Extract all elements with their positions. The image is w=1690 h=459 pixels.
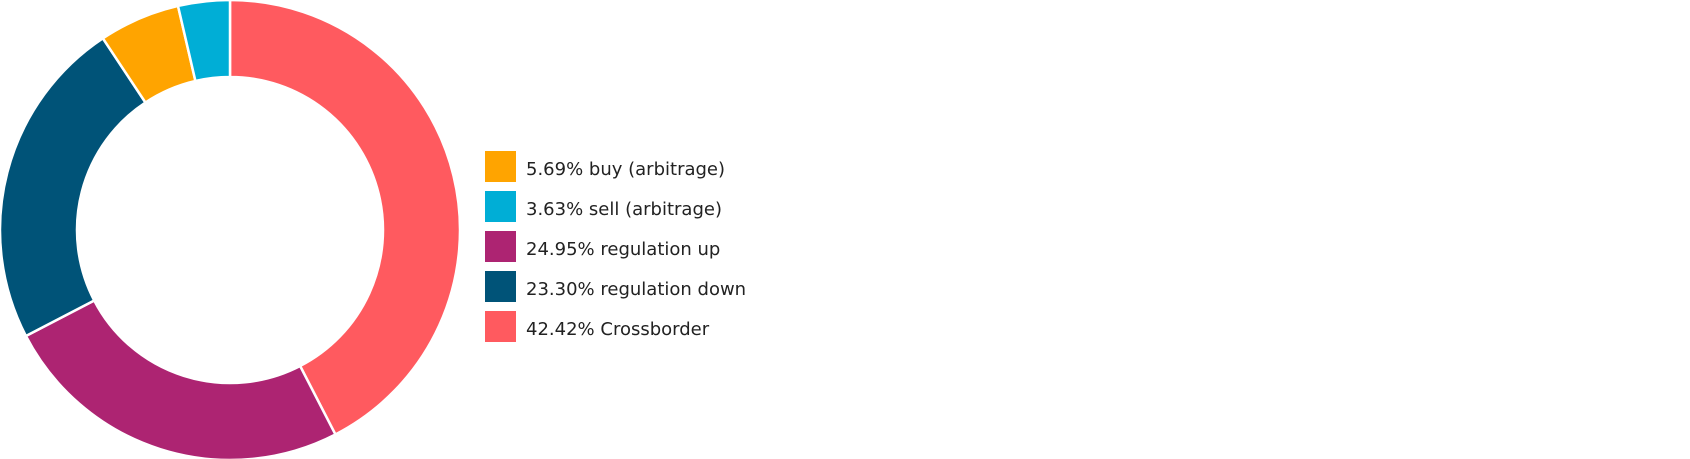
legend-percent: 24.95% xyxy=(526,239,595,260)
legend-swatch xyxy=(485,311,516,342)
legend-percent: 23.30% xyxy=(526,279,595,300)
legend-series-name: sell (arbitrage) xyxy=(588,199,722,220)
legend-label: 42.42% Crossborder xyxy=(526,319,709,340)
legend-series-name: buy (arbitrage) xyxy=(588,159,726,180)
legend-item-sell-arbitrage: 3.63% sell (arbitrage) xyxy=(485,191,746,222)
legend-label: 23.30% regulation down xyxy=(526,279,746,300)
legend-item-regulation-down: 23.30% regulation down xyxy=(485,271,746,302)
pie-slice-regulation-up xyxy=(24,299,337,459)
legend-series-name: Crossborder xyxy=(600,319,710,340)
legend-item-regulation-up: 24.95% regulation up xyxy=(485,231,746,262)
pie-slice-crossborder xyxy=(228,0,462,436)
legend-label: 24.95% regulation up xyxy=(526,239,720,260)
chart-legend: 5.69% buy (arbitrage) 3.63% sell (arbitra… xyxy=(485,151,746,351)
legend-percent: 42.42% xyxy=(526,319,595,340)
legend-swatch xyxy=(485,271,516,302)
legend-series-name: regulation up xyxy=(600,239,721,260)
pie-slice-regulation-down xyxy=(0,37,147,338)
legend-percent: 3.63% xyxy=(526,199,584,220)
legend-swatch xyxy=(485,151,516,182)
legend-item-crossborder: 42.42% Crossborder xyxy=(485,311,746,342)
legend-percent: 5.69% xyxy=(526,159,584,180)
legend-item-buy-arbitrage: 5.69% buy (arbitrage) xyxy=(485,151,746,182)
legend-label: 3.63% sell (arbitrage) xyxy=(526,199,722,220)
legend-swatch xyxy=(485,231,516,262)
donut-chart xyxy=(0,0,462,459)
legend-swatch xyxy=(485,191,516,222)
legend-series-name: regulation down xyxy=(600,279,747,300)
legend-label: 5.69% buy (arbitrage) xyxy=(526,159,725,180)
